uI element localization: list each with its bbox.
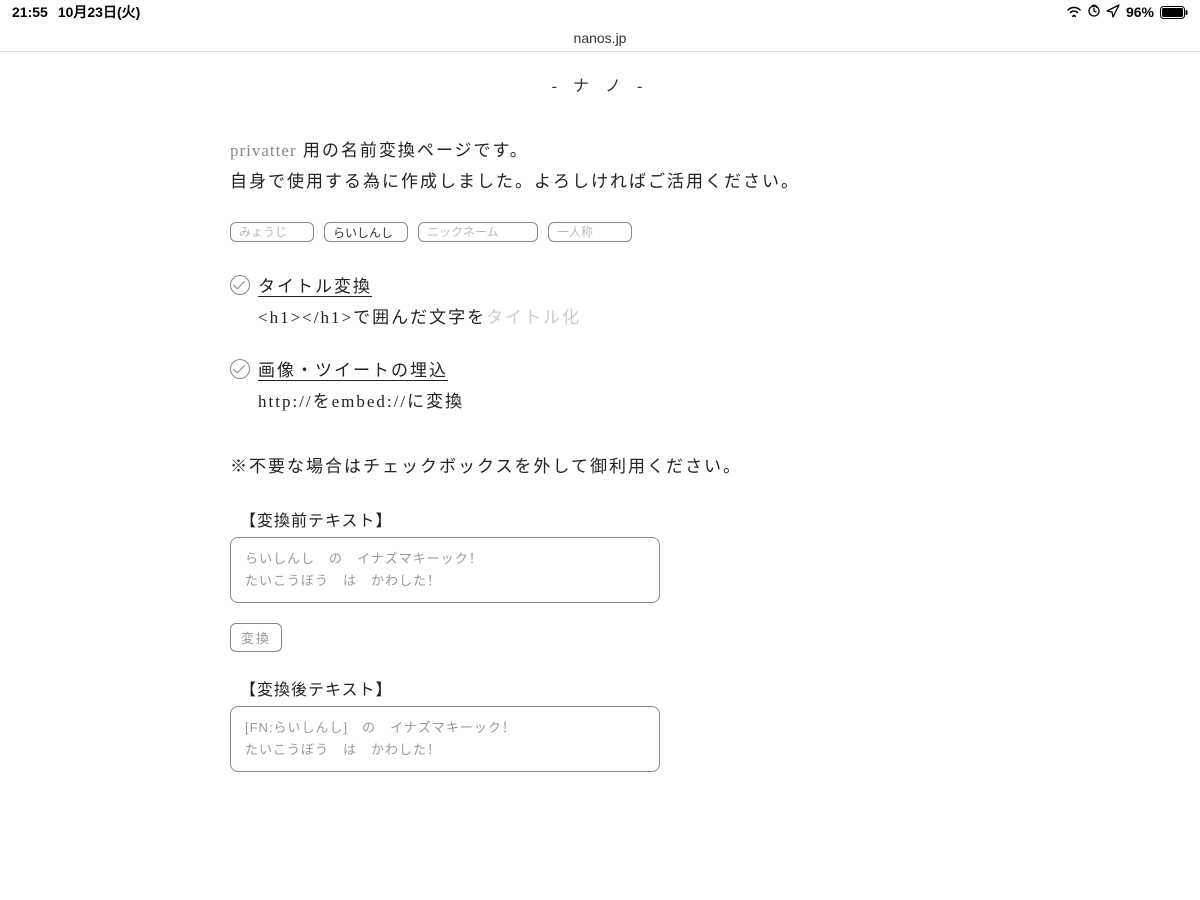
checkbox-note: ※不要な場合はチェックボックスを外して御利用ください。 <box>230 452 970 477</box>
status-time: 21:55 <box>12 4 48 20</box>
nickname-input[interactable] <box>418 222 538 242</box>
title-convert-checkbox-row: タイトル変換 <box>230 272 970 297</box>
title-convert-label[interactable]: タイトル変換 <box>258 272 372 297</box>
after-text-label: 【変換後テキスト】 <box>240 676 970 700</box>
battery-percent: 96% <box>1126 4 1154 20</box>
name-input[interactable] <box>324 222 408 242</box>
title-convert-desc: <h1></h1>で囲んだ文字をタイトル化 <box>258 303 970 328</box>
before-text-label: 【変換前テキスト】 <box>240 507 970 531</box>
after-text-box[interactable]: [FN:らいしんし] の イナズマキーック！ たいこうぼう は かわした！ <box>230 706 660 772</box>
before-text-box[interactable]: らいしんし の イナズマキーック！ たいこうぼう は かわした！ <box>230 537 660 603</box>
embed-checkbox-row: 画像・ツイートの埋込 <box>230 356 970 381</box>
firstperson-input[interactable] <box>548 222 632 242</box>
status-date: 10月23日(火) <box>58 2 140 22</box>
name-inputs-row <box>230 222 970 242</box>
location-icon <box>1106 4 1120 21</box>
address-bar[interactable]: nanos.jp <box>0 24 1200 52</box>
lock-icon <box>1088 4 1100 21</box>
embed-label[interactable]: 画像・ツイートの埋込 <box>258 356 448 381</box>
checkmark-circle-icon[interactable] <box>230 275 250 295</box>
myouji-input[interactable] <box>230 222 314 242</box>
checkmark-circle-icon[interactable] <box>230 359 250 379</box>
site-title: - ナ ノ - <box>230 72 970 96</box>
intro-line-2: 自身で使用する為に作成しました。よろしければご活用ください。 <box>230 167 970 192</box>
status-bar: 21:55 10月23日(火) 96% <box>0 0 1200 24</box>
intro-brand: privatter <box>230 141 297 160</box>
convert-button[interactable]: 変換 <box>230 623 282 652</box>
intro-line-1: privatter 用の名前変換ページです。 <box>230 136 970 161</box>
embed-desc: http://をembed://に変換 <box>258 387 970 412</box>
url-text: nanos.jp <box>574 30 627 46</box>
wifi-icon <box>1066 4 1082 20</box>
battery-icon <box>1160 6 1188 19</box>
